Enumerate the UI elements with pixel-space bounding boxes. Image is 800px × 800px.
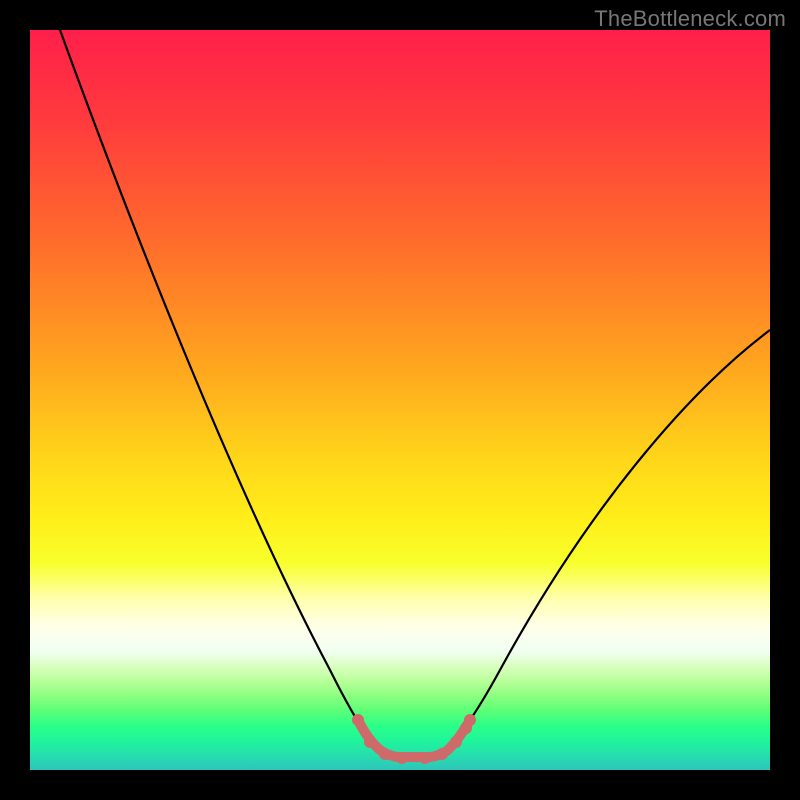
highlight-dot	[352, 714, 364, 726]
watermark-text: TheBottleneck.com	[594, 6, 786, 32]
curve-svg	[30, 30, 770, 770]
highlight-dot	[436, 748, 448, 760]
curve-main	[60, 30, 770, 755]
highlight-dot	[464, 714, 476, 726]
highlight-dot	[396, 752, 408, 764]
plot-area	[30, 30, 770, 770]
chart-frame: TheBottleneck.com	[0, 0, 800, 800]
highlight-dot	[450, 736, 462, 748]
highlight-dot	[379, 748, 391, 760]
highlight-dot	[419, 752, 431, 764]
highlight-dot	[364, 736, 376, 748]
